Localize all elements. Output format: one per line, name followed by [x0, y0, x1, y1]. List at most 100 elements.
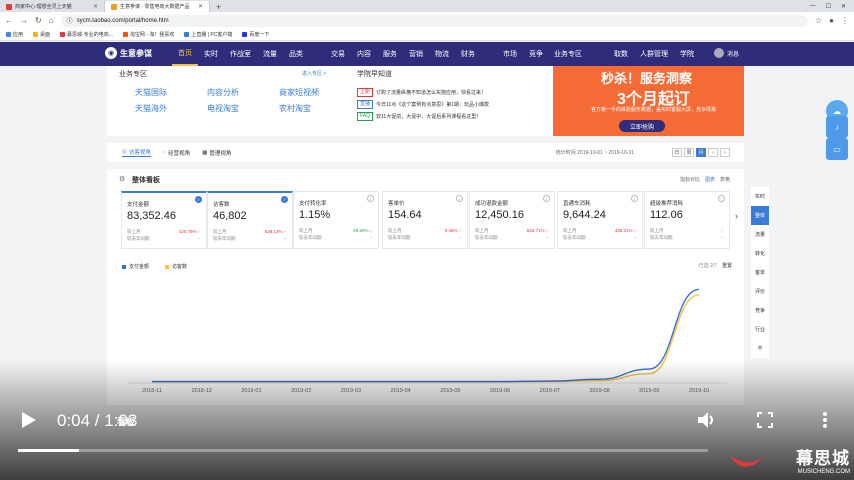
tab-management-view[interactable]: ▦ 管理视角	[202, 149, 231, 157]
check-icon[interactable]: ✓	[456, 195, 463, 202]
next-icon[interactable]: ›	[720, 148, 730, 157]
academy-news-item[interactable]: 直播 今日11点《这个案例有点意思》第1期：玩品小爆款	[357, 100, 489, 109]
zone-link[interactable]: 农村淘宝	[279, 103, 311, 114]
browser-tab-merchant[interactable]: 商家中心-理想全灵上天猫 ✕	[0, 1, 105, 12]
logo[interactable]: ◉ 生意参谋	[105, 47, 152, 59]
nav-item[interactable]: 财务	[455, 42, 481, 66]
academy-news-item[interactable]: 上新 订购了流量纵横不知道怎么实施应用，快看过来！	[357, 88, 486, 97]
nav-item[interactable]: 品类	[283, 42, 309, 66]
reset-button[interactable]: 重置	[722, 262, 732, 269]
nav-item[interactable]: 流量	[257, 42, 283, 66]
period-day[interactable]: 日	[672, 148, 682, 157]
prev-icon[interactable]: ‹	[708, 148, 718, 157]
nav-item[interactable]: 营销	[403, 42, 429, 66]
progress-track[interactable]	[18, 449, 708, 452]
bookmark-baidu[interactable]: 百度一下	[242, 31, 269, 38]
bookmark-live[interactable]: 上直播 | PC客户端	[184, 31, 232, 38]
bookmark-desktop[interactable]: 桌面	[33, 31, 50, 38]
promo-buy-button[interactable]: 立即抢购	[619, 120, 665, 132]
nav-item[interactable]: 人群管理	[634, 42, 674, 66]
new-tab-icon[interactable]: +	[210, 2, 227, 12]
compare-link[interactable]: 指标对比	[680, 176, 700, 183]
metric-card[interactable]: ✓ 直通车消耗 9,644.24 较上月 较去年同期 438.31% ↑ -	[557, 191, 643, 249]
user-menu[interactable]: 消息	[714, 48, 739, 58]
close-icon[interactable]: ✕	[198, 3, 203, 10]
metric-card[interactable]: ✓ 超级推荐消耗 112.06 较上月 较去年同期 - -	[644, 191, 730, 249]
account-icon[interactable]: ●	[829, 16, 834, 25]
nav-item[interactable]: 内容	[351, 42, 377, 66]
tab-business-view[interactable]: ◌ 经营视角	[163, 149, 190, 157]
check-icon[interactable]: ✓	[718, 195, 725, 202]
chevron-right-icon[interactable]: ›	[735, 211, 738, 221]
table-link[interactable]: 表格	[720, 176, 730, 183]
right-rail-item[interactable]: 评价	[751, 282, 769, 301]
academy-news-item[interactable]: FAQ 双11大促前，大促中，大促后系列课程看这里！	[357, 112, 481, 121]
star-icon[interactable]: ☆	[815, 16, 822, 25]
metric-card[interactable]: ✓ 客单价 154.64 较上月 较去年同期 0.46% ↑ -	[382, 191, 468, 249]
nav-item[interactable]: 作战室	[224, 42, 257, 66]
period-month[interactable]: 月	[696, 148, 706, 157]
metric-card[interactable]: ✓ 支付金额 83,352.46 较上月 较去年同期 420.76% ↑ -	[121, 191, 207, 249]
right-rail-item[interactable]: 整体	[751, 206, 769, 225]
url-input[interactable]: ⓘ sycm.taobao.com/portal/home.htm	[60, 14, 808, 27]
progress-fill[interactable]	[18, 449, 79, 452]
check-icon[interactable]: ✓	[195, 196, 202, 203]
menu-icon[interactable]: ⋮	[841, 16, 849, 25]
nav-item[interactable]: 竞争	[523, 42, 549, 66]
check-icon[interactable]: ✓	[631, 195, 638, 202]
zone-link[interactable]: 内容分析	[207, 87, 239, 98]
play-icon[interactable]	[22, 412, 36, 428]
home-icon[interactable]: ⌂	[49, 16, 54, 25]
metric-card[interactable]: ✓ 访客数 46,802 较上月 较去年同期 639.13% ↑ -	[207, 191, 293, 249]
bookmark-musicheng[interactable]: 幕思城-专业的电商...	[60, 31, 113, 38]
browser-tab-sycm[interactable]: 生意参谋 - 零售电商大数据产品 ✕	[105, 1, 210, 12]
right-rail-item[interactable]: 行业	[751, 320, 769, 339]
bookmark-taobao[interactable]: 淘宝网 - 淘！我喜欢	[122, 31, 174, 38]
promo-banner[interactable]: 秒杀！服务洞察 3个月起订 官方第一手的体验服务数据，盖实时客服大屏，竞争情报 …	[553, 66, 744, 136]
right-rail-item[interactable]: 流量	[751, 225, 769, 244]
nav-item[interactable]: 学院	[674, 42, 700, 66]
close-icon[interactable]: ✕	[93, 3, 98, 10]
nav-item[interactable]: 物流	[429, 42, 455, 66]
check-icon[interactable]: ✓	[543, 195, 550, 202]
nav-item[interactable]: 首页	[172, 42, 198, 66]
right-rail-item[interactable]: 转化	[751, 244, 769, 263]
metric-card[interactable]: ✓ 支付转化率 1.15% 较上月 较去年同期 29.60% ↓ -	[293, 191, 379, 249]
zone-link[interactable]: 天猫国际	[135, 87, 167, 98]
zone-link[interactable]: 电视淘宝	[207, 103, 239, 114]
tab-visitor-view[interactable]: ◎ 访客视角	[122, 148, 151, 157]
forward-icon[interactable]: →	[20, 16, 28, 25]
right-rail-item[interactable]: 不	[751, 339, 769, 358]
bookmark-apps[interactable]: 应用	[6, 31, 23, 38]
enter-zone-link[interactable]: 进入专区 >	[302, 70, 326, 77]
chat-icon[interactable]: ▭	[826, 138, 848, 160]
nav-item[interactable]: 交易	[325, 42, 351, 66]
reload-icon[interactable]: ↻	[35, 16, 42, 25]
nav-item[interactable]: 取数	[608, 42, 634, 66]
zone-link[interactable]: 天猫海外	[135, 103, 167, 114]
chart-link[interactable]: 图表	[705, 176, 715, 183]
nav-item[interactable]: 实时	[198, 42, 224, 66]
nav-item[interactable]: 业务专区	[548, 42, 588, 66]
legend-item[interactable]: 支付金额	[122, 263, 149, 270]
right-rail-item[interactable]: 客单	[751, 263, 769, 282]
minimize-icon[interactable]: —	[810, 3, 816, 9]
check-icon[interactable]: ✓	[281, 196, 288, 203]
metric-name: 支付转化率	[299, 201, 327, 207]
check-icon[interactable]: ✓	[367, 195, 374, 202]
right-rail-item[interactable]: 竞争	[751, 301, 769, 320]
zone-link[interactable]: 商家短视频	[279, 87, 319, 98]
metric-card[interactable]: ✓ 成功退款金额 12,450.16 较上月 较去年同期 533.71% ↑ -	[469, 191, 555, 249]
more-options-icon[interactable]	[822, 412, 828, 428]
maximize-icon[interactable]: ☐	[826, 3, 831, 10]
nav-item[interactable]: 服务	[377, 42, 403, 66]
right-rail-item[interactable]: 实时	[751, 187, 769, 206]
legend-item[interactable]: 访客数	[165, 263, 187, 270]
bell-icon[interactable]: ♪	[826, 116, 848, 138]
volume-icon[interactable]	[696, 410, 716, 430]
fullscreen-icon[interactable]	[757, 412, 773, 428]
nav-item[interactable]: 市场	[497, 42, 523, 66]
close-window-icon[interactable]: ✕	[841, 3, 846, 10]
back-icon[interactable]: ←	[5, 16, 13, 25]
period-week[interactable]: 周	[684, 148, 694, 157]
